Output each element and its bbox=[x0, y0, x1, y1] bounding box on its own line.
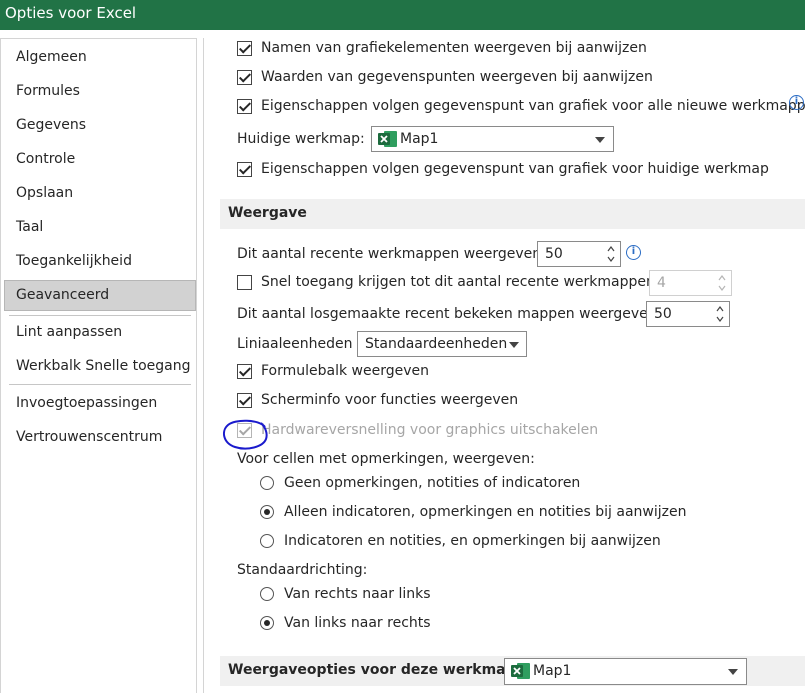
sidebar-item-geavanceerd[interactable]: Geavanceerd bbox=[4, 280, 196, 311]
comments-radio-none[interactable] bbox=[260, 476, 274, 490]
excel-icon bbox=[378, 131, 397, 147]
values-on-hover-checkbox[interactable] bbox=[237, 70, 252, 85]
comments-option-label: Alleen indicatoren, opmerkingen en notit… bbox=[284, 504, 687, 520]
chevron-up-icon[interactable] bbox=[716, 305, 724, 313]
ruler-units-value: Standaardeenheden bbox=[365, 336, 508, 352]
workbook-display-value: Map1 bbox=[533, 663, 572, 679]
ruler-units-label: Liniaaleenheden bbox=[237, 336, 353, 352]
section-title: Weergaveopties voor deze werkmap: bbox=[228, 662, 522, 678]
sidebar-item-lint-aanpassen[interactable]: Lint aanpassen bbox=[16, 324, 122, 340]
hw-acceleration-label: Hardwareversnelling voor graphics uitsch… bbox=[261, 422, 599, 438]
recent-workbooks-label: Dit aantal recente werkmappen weergeven: bbox=[237, 246, 546, 262]
screentips-label: Scherminfo voor functies weergeven bbox=[261, 392, 519, 408]
comments-option-label: Geen opmerkingen, notities of indicatore… bbox=[284, 475, 581, 491]
sidebar-item-algemeen[interactable]: Algemeen bbox=[16, 49, 87, 65]
chevron-down-icon[interactable] bbox=[607, 255, 615, 263]
chevron-down-icon bbox=[509, 342, 519, 348]
options-sidebar: Algemeen Formules Gegevens Controle Opsl… bbox=[0, 38, 197, 693]
chevron-up-icon bbox=[718, 275, 726, 281]
comments-option-label: Indicatoren en notities, en opmerkingen … bbox=[284, 533, 661, 549]
values-on-hover-label: Waarden van gegevenspunten weergeven bij… bbox=[261, 69, 653, 85]
direction-option-label: Van rechts naar links bbox=[284, 586, 431, 602]
info-icon[interactable]: i bbox=[789, 95, 804, 110]
current-workbook-select[interactable]: Map1 bbox=[371, 126, 614, 152]
sidebar-item-formules[interactable]: Formules bbox=[16, 83, 80, 99]
advanced-options-panel: Namen van grafiekelementen weergeven bij… bbox=[203, 38, 805, 693]
sidebar-item-werkbalk-snelle-toegang[interactable]: Werkbalk Snelle toegang bbox=[16, 358, 191, 374]
sidebar-divider bbox=[9, 384, 191, 385]
sidebar-divider bbox=[9, 315, 191, 316]
section-header-weergave: Weergave bbox=[220, 199, 805, 229]
chevron-down-icon[interactable] bbox=[716, 315, 724, 323]
unpinned-folders-spinner[interactable]: 50 bbox=[646, 301, 730, 327]
chevron-up-icon[interactable] bbox=[607, 245, 615, 253]
unpinned-folders-label: Dit aantal losgemaakte recent bekeken ma… bbox=[237, 306, 662, 322]
chevron-down-icon bbox=[728, 669, 738, 675]
comments-radio-indicators-hover[interactable] bbox=[260, 505, 274, 519]
sidebar-item-opslaan[interactable]: Opslaan bbox=[16, 185, 73, 201]
formula-bar-checkbox[interactable] bbox=[237, 364, 252, 379]
quick-access-value: 4 bbox=[657, 275, 666, 291]
quick-access-spinner[interactable]: 4 bbox=[649, 270, 732, 296]
recent-workbooks-spinner[interactable]: 50 bbox=[537, 241, 621, 267]
current-workbook-value: Map1 bbox=[400, 131, 439, 147]
workbook-display-select[interactable]: Map1 bbox=[504, 658, 747, 685]
direction-radio-ltr[interactable] bbox=[260, 616, 274, 630]
props-current-label: Eigenschappen volgen gegevenspunt van gr… bbox=[261, 161, 769, 177]
formula-bar-label: Formulebalk weergeven bbox=[261, 363, 430, 379]
quick-access-checkbox[interactable] bbox=[237, 275, 252, 290]
sidebar-item-vertrouwenscentrum[interactable]: Vertrouwenscentrum bbox=[16, 429, 162, 445]
comments-label: Voor cellen met opmerkingen, weergeven: bbox=[237, 451, 535, 467]
info-icon[interactable]: i bbox=[626, 245, 641, 260]
comments-radio-indicators-notes[interactable] bbox=[260, 534, 274, 548]
title-bar: Opties voor Excel bbox=[0, 0, 805, 30]
sidebar-item-toegankelijkheid[interactable]: Toegankelijkheid bbox=[16, 253, 132, 269]
names-on-hover-checkbox[interactable] bbox=[237, 41, 252, 56]
chevron-down-icon bbox=[595, 137, 605, 143]
ruler-units-select[interactable]: Standaardeenheden bbox=[357, 331, 527, 357]
chevron-down-icon bbox=[718, 285, 726, 291]
quick-access-label: Snel toegang krijgen tot dit aantal rece… bbox=[261, 274, 660, 290]
props-all-new-checkbox[interactable] bbox=[237, 99, 252, 114]
sidebar-item-gegevens[interactable]: Gegevens bbox=[16, 117, 86, 133]
sidebar-item-invoegtoepassingen[interactable]: Invoegtoepassingen bbox=[16, 395, 157, 411]
props-current-checkbox[interactable] bbox=[237, 162, 252, 177]
annotation-circle bbox=[222, 419, 268, 450]
screentips-checkbox[interactable] bbox=[237, 393, 252, 408]
recent-workbooks-value: 50 bbox=[545, 246, 563, 262]
section-title: Weergave bbox=[228, 205, 307, 221]
direction-label: Standaardrichting: bbox=[237, 562, 368, 578]
excel-icon bbox=[511, 663, 530, 679]
names-on-hover-label: Namen van grafiekelementen weergeven bij… bbox=[261, 40, 647, 56]
unpinned-folders-value: 50 bbox=[654, 306, 672, 322]
direction-option-label: Van links naar rechts bbox=[284, 615, 431, 631]
sidebar-item-label: Geavanceerd bbox=[16, 287, 110, 303]
sidebar-item-taal[interactable]: Taal bbox=[16, 219, 43, 235]
sidebar-item-controle[interactable]: Controle bbox=[16, 151, 75, 167]
window-title: Opties voor Excel bbox=[5, 4, 137, 22]
direction-radio-rtl[interactable] bbox=[260, 587, 274, 601]
current-workbook-label: Huidige werkmap: bbox=[237, 131, 365, 147]
props-all-new-label: Eigenschappen volgen gegevenspunt van gr… bbox=[261, 98, 805, 114]
